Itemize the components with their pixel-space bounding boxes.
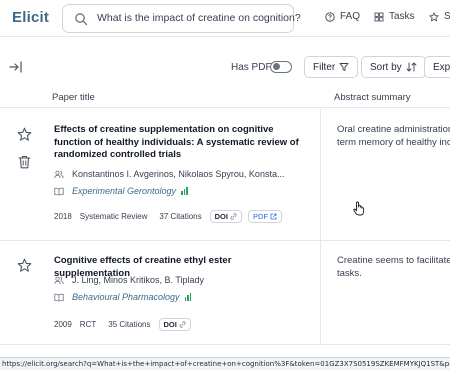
paper-journal[interactable]: Experimental Gerontology [72, 186, 176, 196]
users-icon [54, 170, 64, 178]
star-icon[interactable] [17, 127, 32, 142]
table-row[interactable]: Effects of creatine supplementation on c… [0, 109, 450, 241]
journal-line: Experimental Gerontology [54, 186, 189, 196]
faq-link[interactable]: FAQ [325, 11, 360, 22]
tasks-label: Tasks [389, 11, 415, 22]
sort-label: Sort by [370, 61, 402, 73]
citation-count: 37 Citations [159, 212, 202, 221]
doi-label: DOI [214, 212, 228, 221]
pdf-link[interactable]: PDF [247, 210, 282, 223]
column-paper-title[interactable]: Paper title [52, 92, 95, 103]
summary-line: tasks. [337, 267, 362, 279]
pdf-label: PDF [252, 212, 268, 221]
authors-line: Konstantinos I. Avgerinos, Nikolaos Spyr… [54, 169, 284, 179]
paper-title[interactable]: Effects of creatine supplementation on c… [54, 124, 304, 162]
paper-year: 2018 [54, 212, 72, 221]
toggle-knob [272, 63, 280, 70]
book-icon [54, 187, 64, 196]
export-button[interactable]: Expo [424, 56, 450, 78]
users-icon [54, 276, 64, 284]
summary-line: Creatine seems to facilitate [337, 255, 450, 266]
app-logo[interactable]: Elicit [12, 9, 49, 26]
book-icon [54, 293, 64, 302]
results-column-header: Paper title Abstract summary [0, 88, 450, 108]
export-label: Expo [433, 61, 450, 73]
hand-cursor-icon [353, 201, 365, 216]
journal-line: Behavioural Pharmacology [54, 292, 192, 302]
status-bar-url: https://elicit.org/search?q=What+is+the+… [0, 357, 450, 370]
has-pdf-label: Has PDF [231, 62, 272, 73]
search-query-text[interactable]: What is the impact of creatine on cognit… [97, 12, 301, 24]
top-header: Elicit What is the impact of creatine on… [0, 0, 450, 37]
sort-button[interactable]: Sort by [361, 56, 426, 78]
abstract-summary[interactable]: Oral creatine administration term memory… [337, 124, 450, 149]
column-divider [320, 241, 321, 344]
abstract-summary[interactable]: Creatine seems to facilitate tasks. [337, 255, 450, 280]
paper-footer: 2009 RCT 35 Citations DOI [54, 318, 197, 331]
study-type: RCT [79, 320, 97, 329]
trash-icon[interactable] [18, 155, 31, 169]
expand-sidebar-icon[interactable] [8, 59, 24, 75]
column-abstract-summary[interactable]: Abstract summary [334, 92, 411, 103]
paper-authors: J. Ling, Minos Kritikos, B. Tiplady [72, 275, 205, 285]
citation-count: 35 Citations [108, 320, 151, 329]
star-icon [429, 11, 439, 21]
paper-journal[interactable]: Behavioural Pharmacology [72, 292, 180, 302]
faq-label: FAQ [340, 11, 361, 22]
search-bar[interactable]: What is the impact of creatine on cognit… [62, 4, 301, 33]
doi-label: DOI [163, 320, 177, 329]
tasks-link[interactable]: Tasks [374, 11, 415, 22]
starred-link[interactable]: St [429, 11, 450, 22]
star-icon[interactable] [17, 258, 32, 273]
help-circle-icon [325, 11, 335, 22]
filter-label: Filter [313, 61, 336, 73]
summary-line: Oral creatine administration [337, 124, 450, 135]
column-divider [320, 109, 321, 240]
has-pdf-toggle[interactable] [270, 61, 292, 73]
search-icon [75, 13, 88, 26]
link-icon [230, 213, 237, 220]
external-link-icon [270, 213, 277, 220]
summary-line: term memory of healthy indi [337, 136, 450, 148]
paper-footer: 2018 Systematic Review 37 Citations DOI … [54, 210, 288, 223]
funnel-icon [339, 63, 349, 71]
grid-icon [374, 12, 384, 21]
paper-year: 2009 [54, 320, 72, 329]
table-row[interactable]: Cognitive effects of creatine ethyl este… [0, 241, 450, 345]
doi-link[interactable]: DOI [209, 210, 242, 223]
doi-link[interactable]: DOI [158, 318, 191, 331]
journal-quality-bars-icon [184, 293, 193, 301]
sort-arrows-icon [406, 62, 417, 72]
paper-authors: Konstantinos I. Avgerinos, Nikolaos Spyr… [72, 169, 285, 179]
journal-quality-bars-icon [181, 187, 189, 195]
study-type: Systematic Review [79, 212, 148, 221]
authors-line: J. Ling, Minos Kritikos, B. Tiplady [54, 275, 204, 285]
filter-button[interactable]: Filter [304, 56, 359, 78]
link-icon [179, 321, 186, 328]
starred-label: St [444, 11, 450, 22]
